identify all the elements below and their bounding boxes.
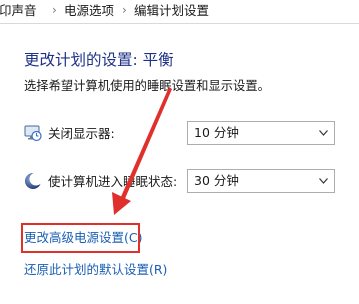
sleep-label: 使计算机进入睡眠状态: [48, 174, 178, 189]
annotation-highlight-box [21, 223, 140, 253]
display-off-value: 10 分钟 [194, 125, 239, 140]
restore-defaults-link[interactable]: 还原此计划的默认设置(R) [24, 262, 167, 278]
annotation-arrow-icon [112, 87, 172, 215]
sleep-value: 30 分钟 [194, 173, 239, 188]
chevron-down-icon [319, 178, 328, 184]
display-off-dropdown[interactable]: 10 分钟 [187, 121, 335, 145]
page-title: 更改计划的设置: 平衡 [24, 51, 174, 69]
breadcrumb: 卬声音 › 电源选项 › 编辑计划设置 [0, 0, 359, 24]
sleep-dropdown[interactable]: 30 分钟 [187, 169, 335, 193]
breadcrumb-item-edit-plan[interactable]: 编辑计划设置 [134, 3, 209, 19]
chevron-right-icon: › [52, 3, 57, 17]
display-off-label: 关闭显示器: [48, 126, 115, 141]
breadcrumb-item-power-options[interactable]: 电源选项 [64, 3, 114, 19]
page-description: 选择希望计算机使用的睡眠设置和显示设置。 [24, 79, 270, 93]
chevron-down-icon [319, 130, 328, 136]
moon-icon [25, 172, 42, 189]
chevron-right-icon: › [122, 3, 127, 17]
monitor-clock-icon [24, 125, 42, 142]
breadcrumb-item-sound[interactable]: 卬声音 [0, 3, 37, 19]
